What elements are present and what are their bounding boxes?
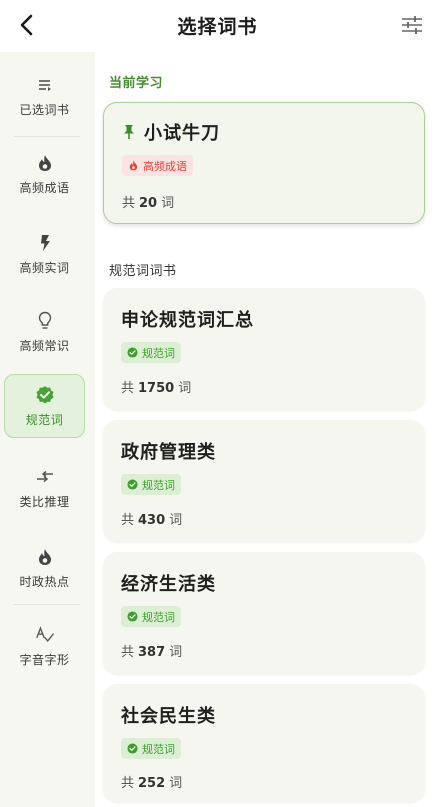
sidebar-item-label: 已选词书	[19, 102, 70, 117]
filter-button[interactable]	[399, 12, 425, 38]
count-prefix: 共	[122, 196, 136, 211]
book-title: 经济生活类	[121, 574, 216, 595]
tag-hot-idioms: 高频成语	[122, 155, 193, 176]
tag-label: 规范词	[142, 478, 175, 492]
tag-label: 规范词	[142, 610, 175, 624]
books-section-label: 规范词词书	[109, 264, 177, 279]
check-circle-icon	[127, 611, 138, 622]
pin-icon	[124, 125, 134, 139]
bulb-icon	[35, 311, 55, 331]
tag-label: 规范词	[142, 346, 175, 360]
count-prefix: 共	[121, 513, 135, 528]
count-suffix: 词	[169, 776, 183, 791]
tag-standard: 规范词	[121, 474, 181, 495]
sidebar-divider	[14, 604, 80, 605]
book-card[interactable]: 社会民生类 规范词 共 252 词	[103, 684, 425, 802]
sidebar-item-label: 高频实词	[19, 260, 70, 275]
count-value: 252	[138, 776, 166, 791]
book-list-panel: 当前学习 小试牛刀 高频成语 共 20 词 规范词词书 申论规范词汇总 规范词 共1…	[95, 52, 435, 807]
check-circle-icon	[127, 347, 138, 358]
current-book-card[interactable]: 小试牛刀 高频成语 共 20 词	[103, 102, 425, 224]
book-card[interactable]: 政府管理类 规范词 共 430 词	[103, 420, 425, 542]
sliders-icon	[402, 16, 422, 34]
count-suffix: 词	[178, 381, 192, 396]
book-title: 申论规范词汇总	[121, 310, 254, 331]
word-count: 共 430 词	[121, 509, 182, 528]
check-circle-icon	[127, 743, 138, 754]
count-value: 430	[138, 513, 166, 528]
sidebar-divider	[14, 136, 80, 137]
count-suffix: 词	[169, 513, 183, 528]
tag-label: 高频成语	[143, 159, 187, 173]
sidebar-item-analogy[interactable]: 类比推理	[4, 456, 85, 520]
book-title-row: 小试牛刀	[122, 119, 220, 145]
list-icon	[35, 75, 55, 95]
sidebar-item-common-knowledge[interactable]: 高频常识	[4, 300, 85, 364]
badge-check-icon	[35, 385, 55, 405]
book-title: 小试牛刀	[144, 123, 220, 144]
sidebar-item-current-affairs[interactable]: 时政热点	[4, 536, 85, 600]
spell-check-icon	[35, 625, 55, 645]
count-suffix: 词	[169, 645, 183, 660]
count-value: 387	[138, 645, 166, 660]
sidebar-item-idioms[interactable]: 高频成语	[4, 142, 85, 206]
count-prefix: 共	[121, 645, 135, 660]
book-card[interactable]: 经济生活类 规范词 共 387 词	[103, 552, 425, 674]
flame-icon	[35, 547, 55, 567]
count-prefix: 共	[121, 776, 135, 791]
word-count: 共 1750 词	[121, 377, 191, 396]
tag-standard: 规范词	[121, 342, 181, 363]
sidebar-item-label: 规范词	[25, 412, 64, 427]
count-value: 20	[139, 196, 158, 211]
count-suffix: 词	[161, 196, 175, 211]
sidebar-item-label: 类比推理	[19, 494, 70, 509]
word-count: 共 20 词	[122, 192, 174, 211]
check-circle-icon	[127, 479, 138, 490]
page-title: 选择词书	[177, 16, 258, 38]
sidebar: 已选词书 高频成语 高频实词 高频常识 规范词 类比推理 时政热点 字音字形	[0, 52, 95, 807]
bolt-icon	[35, 233, 55, 253]
sidebar-item-label: 字音字形	[19, 652, 70, 667]
tag-standard: 规范词	[121, 738, 181, 759]
sidebar-item-pronunciation[interactable]: 字音字形	[4, 614, 85, 678]
sidebar-item-standard-words[interactable]: 规范词	[4, 374, 85, 438]
book-title: 社会民生类	[121, 706, 216, 727]
word-count: 共 387 词	[121, 641, 182, 660]
sidebar-item-notional-words[interactable]: 高频实词	[4, 222, 85, 286]
swap-icon	[35, 467, 55, 487]
sidebar-item-label: 高频常识	[19, 338, 70, 353]
flame-icon	[128, 160, 139, 171]
sidebar-item-label: 时政热点	[19, 574, 70, 589]
word-count: 共 252 词	[121, 772, 182, 791]
count-value: 1750	[138, 381, 175, 396]
sidebar-item-label: 高频成语	[19, 180, 70, 195]
count-prefix: 共	[121, 381, 135, 396]
tag-label: 规范词	[142, 742, 175, 756]
current-section-label: 当前学习	[109, 76, 164, 91]
flame-icon	[35, 153, 55, 173]
tag-standard: 规范词	[121, 606, 181, 627]
book-card[interactable]: 申论规范词汇总 规范词 共 1750 词	[103, 288, 425, 410]
sidebar-item-selected-books[interactable]: 已选词书	[4, 64, 85, 128]
top-bar: 选择词书	[0, 0, 435, 52]
book-title: 政府管理类	[121, 442, 216, 463]
